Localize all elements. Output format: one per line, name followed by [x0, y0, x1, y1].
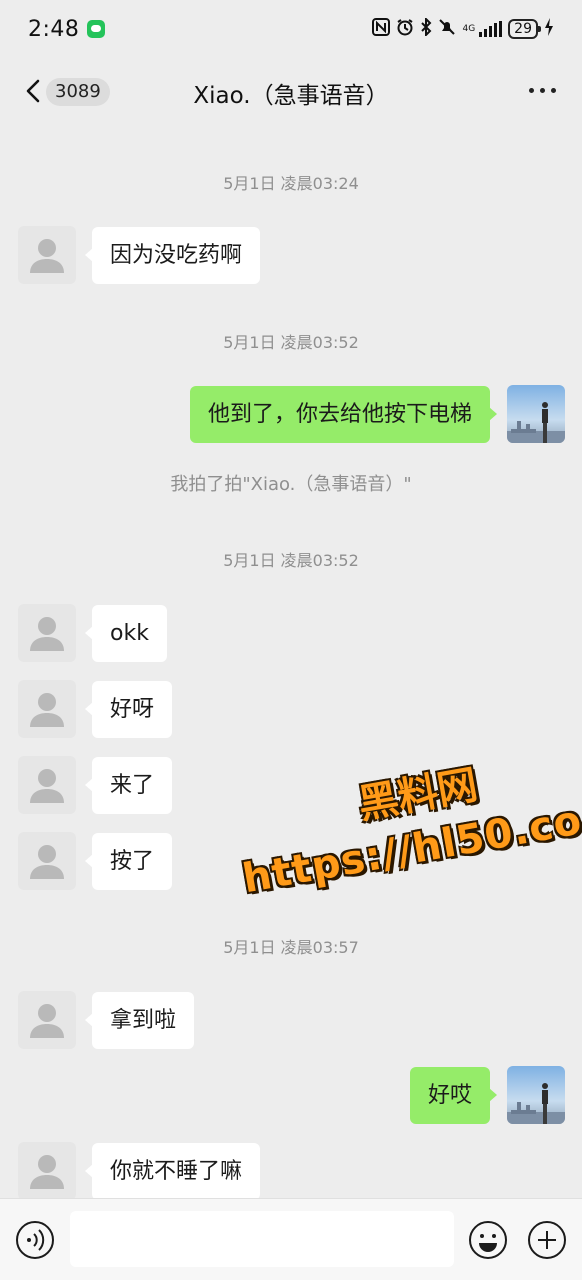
- nfc-icon: [372, 18, 391, 40]
- plus-icon[interactable]: [527, 1220, 567, 1260]
- contact-avatar[interactable]: [18, 226, 76, 284]
- contact-avatar[interactable]: [18, 604, 76, 662]
- contact-avatar[interactable]: [18, 991, 76, 1049]
- message-bubble[interactable]: 来了: [84, 757, 173, 814]
- battery-level: 29: [508, 19, 541, 39]
- incoming-message: 好呀: [0, 680, 582, 740]
- user-avatar[interactable]: [507, 1066, 565, 1124]
- contact-avatar[interactable]: [18, 756, 76, 814]
- status-icons: 4G 29: [372, 16, 554, 40]
- contact-avatar[interactable]: [18, 1142, 76, 1200]
- outgoing-message: 好哎: [0, 1066, 582, 1126]
- emoji-icon[interactable]: [468, 1220, 508, 1260]
- message-bubble[interactable]: 好呀: [84, 681, 173, 738]
- status-time: 2:48: [28, 16, 80, 42]
- user-avatar[interactable]: [507, 385, 565, 443]
- system-message: 我拍了拍"Xiao.（急事语音）": [170, 474, 412, 495]
- incoming-message: 你就不睡了嘛: [0, 1142, 582, 1202]
- message-bubble[interactable]: 他到了，你去给他按下电梯: [189, 386, 498, 443]
- network-type: 4G: [462, 23, 476, 34]
- incoming-message: 因为没吃药啊: [0, 226, 582, 286]
- signal-icon: [479, 21, 503, 37]
- contact-avatar[interactable]: [18, 832, 76, 890]
- charging-icon: [544, 18, 554, 40]
- message-timestamp: 5月1日 凌晨03:24: [223, 174, 359, 193]
- message-bubble[interactable]: 你就不睡了嘛: [84, 1143, 261, 1200]
- message-bubble[interactable]: okk: [85, 605, 167, 662]
- voice-icon[interactable]: [15, 1220, 55, 1260]
- message-bubble[interactable]: 拿到啦: [84, 992, 195, 1049]
- message-bubble[interactable]: 因为没吃药啊: [84, 227, 261, 284]
- chat-header: 3089 Xiao.（急事语音）: [0, 58, 582, 124]
- message-bubble[interactable]: 按了: [84, 833, 173, 890]
- bluetooth-icon: [420, 16, 432, 40]
- message-timestamp: 5月1日 凌晨03:52: [223, 551, 359, 570]
- mute-icon: [438, 18, 456, 40]
- message-bubble[interactable]: 好哎: [409, 1067, 498, 1124]
- message-timestamp: 5月1日 凌晨03:52: [223, 333, 359, 352]
- chat-title: Xiao.（急事语音）: [193, 83, 389, 109]
- incoming-message: okk: [0, 604, 582, 664]
- status-bar: 2:48 4G 29: [0, 0, 582, 58]
- incoming-message: 拿到啦: [0, 991, 582, 1051]
- message-timestamp: 5月1日 凌晨03:57: [223, 938, 359, 957]
- input-bar: [0, 1198, 582, 1280]
- alarm-icon: [396, 18, 414, 40]
- wechat-icon: [87, 20, 106, 38]
- more-icon[interactable]: [529, 88, 556, 93]
- message-input[interactable]: [70, 1211, 454, 1267]
- outgoing-message: 他到了，你去给他按下电梯: [0, 385, 582, 445]
- contact-avatar[interactable]: [18, 680, 76, 738]
